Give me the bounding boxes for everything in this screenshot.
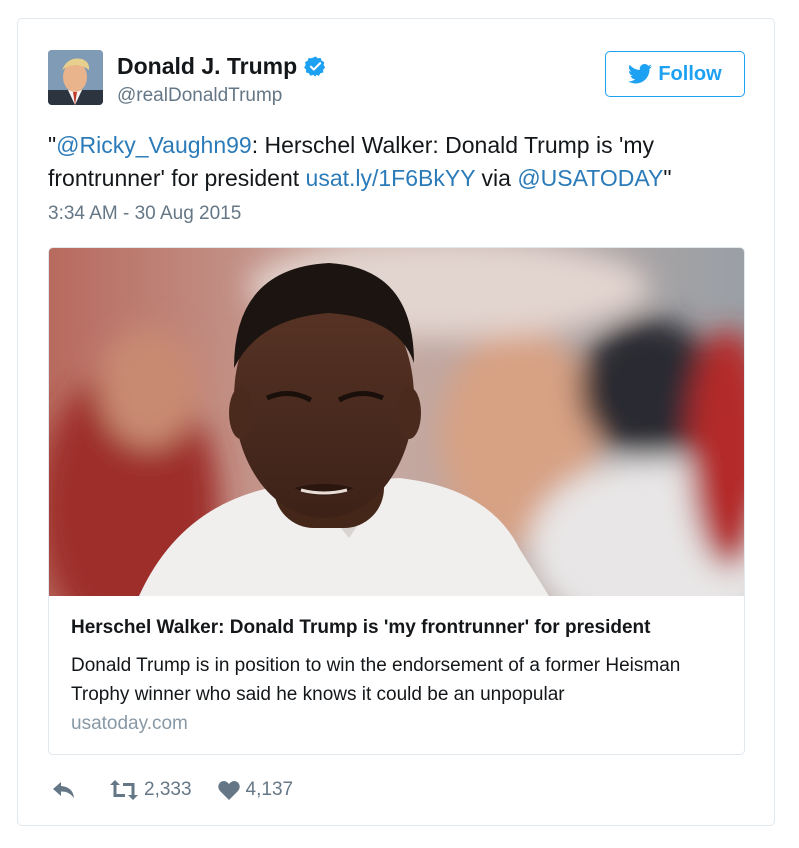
follow-button[interactable]: Follow: [605, 51, 745, 97]
retweet-button[interactable]: 2,333: [110, 779, 192, 801]
card-domain: usatoday.com: [71, 713, 188, 734]
card-title: Herschel Walker: Donald Trump is 'my fro…: [71, 617, 651, 638]
tweet-timestamp[interactable]: 3:34 AM - 30 Aug 2015: [48, 203, 241, 225]
tweet-text: "@Ricky_Vaughn99: Herschel Walker: Donal…: [48, 129, 748, 195]
author-name-row: Donald J. Trump: [117, 53, 327, 80]
follow-label: Follow: [658, 62, 722, 85]
tweet-actions: 2,333 4,137: [52, 779, 293, 801]
heart-icon: [217, 781, 240, 800]
like-count: 4,137: [245, 779, 294, 800]
link-card[interactable]: Herschel Walker: Donald Trump is 'my fro…: [48, 247, 745, 755]
like-button[interactable]: 4,137: [217, 779, 294, 801]
mention-link[interactable]: @USATODAY: [517, 165, 663, 191]
retweet-icon: [110, 780, 138, 800]
avatar[interactable]: [48, 50, 103, 105]
tweet-card: Donald J. Trump @realDonaldTrump Follow …: [17, 18, 775, 826]
card-description: Donald Trump is in position to win the e…: [71, 655, 681, 705]
quote-mark: ": [663, 165, 672, 191]
quote-mark: ": [48, 132, 57, 158]
reply-button[interactable]: [52, 781, 76, 799]
mention-link[interactable]: @Ricky_Vaughn99: [56, 132, 252, 158]
tweet-text-part: via: [475, 165, 518, 191]
twitter-bird-icon: [628, 64, 653, 84]
verified-badge-icon: [304, 56, 326, 77]
author-handle[interactable]: @realDonaldTrump: [117, 85, 282, 107]
reply-icon: [53, 782, 74, 798]
author-name[interactable]: Donald J. Trump: [117, 53, 297, 80]
card-photo: [49, 248, 744, 596]
short-url-link[interactable]: usat.ly/1F6BkYY: [306, 165, 476, 191]
retweet-count: 2,333: [144, 779, 192, 800]
